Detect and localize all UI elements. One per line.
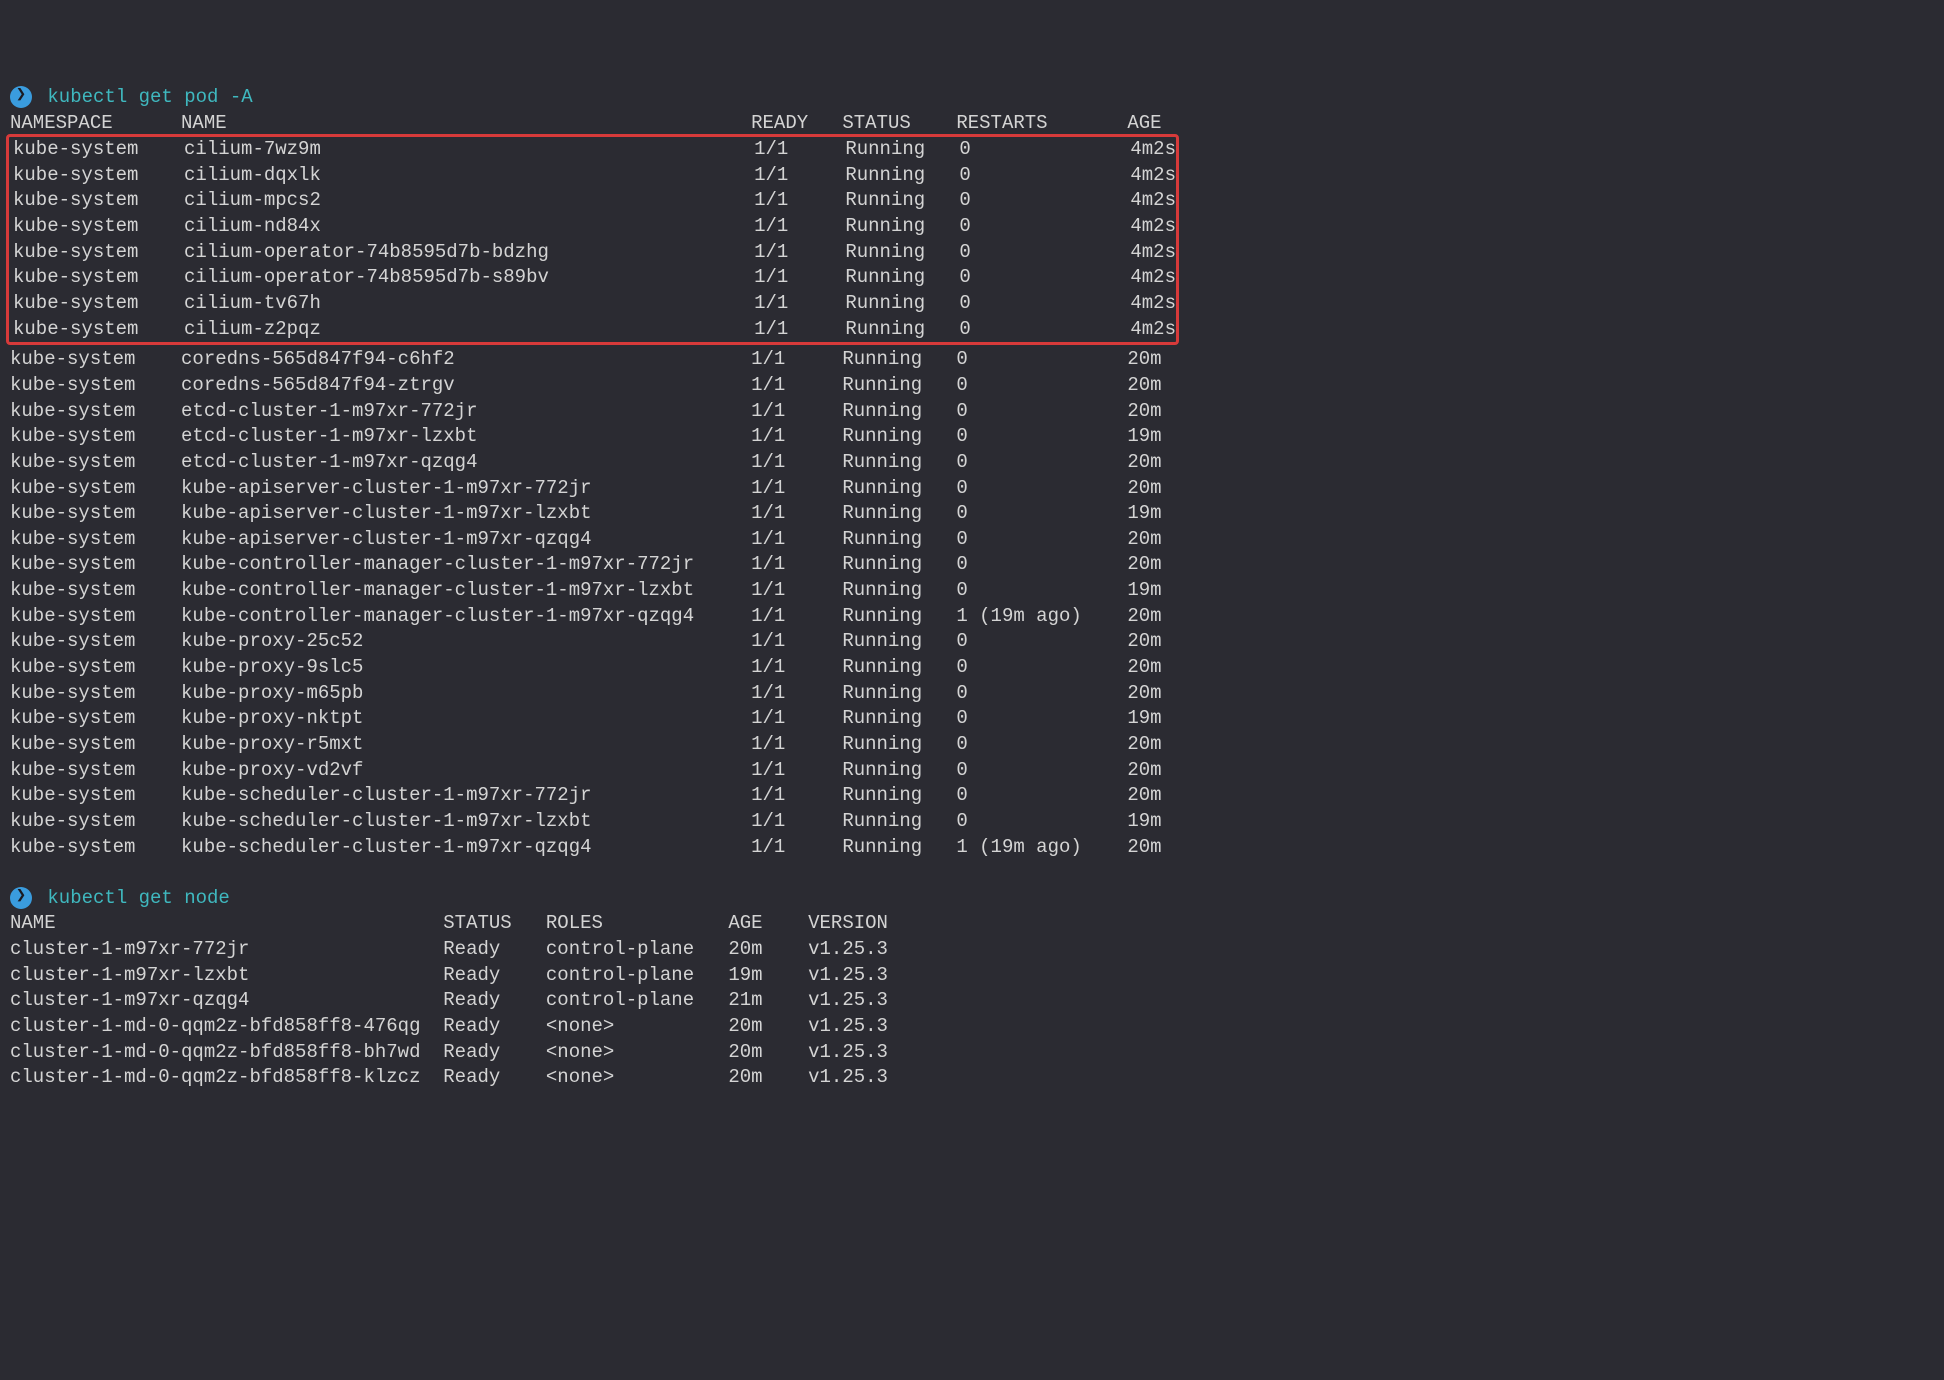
node-row: cluster-1-m97xr-qzqg4 Ready control-plan… (10, 988, 1934, 1014)
pods-header: NAMESPACE NAME READY STATUS RESTARTS AGE (10, 111, 1934, 137)
pod-row: kube-system cilium-operator-74b8595d7b-b… (13, 240, 1176, 266)
pod-row: kube-system etcd-cluster-1-m97xr-lzxbt 1… (10, 424, 1934, 450)
node-row: cluster-1-m97xr-772jr Ready control-plan… (10, 937, 1934, 963)
pod-row: kube-system kube-controller-manager-clus… (10, 578, 1934, 604)
blank-line (10, 860, 1934, 886)
pod-row: kube-system kube-proxy-r5mxt 1/1 Running… (10, 732, 1934, 758)
pod-row: kube-system etcd-cluster-1-m97xr-qzqg4 1… (10, 450, 1934, 476)
pod-row: kube-system cilium-z2pqz 1/1 Running 0 4… (13, 317, 1176, 343)
pod-row: kube-system etcd-cluster-1-m97xr-772jr 1… (10, 399, 1934, 425)
node-row: cluster-1-md-0-qqm2z-bfd858ff8-476qg Rea… (10, 1014, 1934, 1040)
pod-row: kube-system kube-proxy-25c52 1/1 Running… (10, 629, 1934, 655)
node-row: cluster-1-md-0-qqm2z-bfd858ff8-bh7wd Rea… (10, 1040, 1934, 1066)
node-row: cluster-1-m97xr-lzxbt Ready control-plan… (10, 963, 1934, 989)
pod-row: kube-system cilium-operator-74b8595d7b-s… (13, 265, 1176, 291)
pod-row: kube-system kube-controller-manager-clus… (10, 604, 1934, 630)
pod-row: kube-system kube-apiserver-cluster-1-m97… (10, 476, 1934, 502)
nodes-header: NAME STATUS ROLES AGE VERSION (10, 911, 1934, 937)
pod-row: kube-system kube-proxy-vd2vf 1/1 Running… (10, 758, 1934, 784)
command-1: kubectl get pod -A (47, 86, 252, 108)
pod-row: kube-system kube-scheduler-cluster-1-m97… (10, 783, 1934, 809)
pod-row: kube-system coredns-565d847f94-c6hf2 1/1… (10, 347, 1934, 373)
pod-row: kube-system kube-proxy-nktpt 1/1 Running… (10, 706, 1934, 732)
pod-row: kube-system kube-controller-manager-clus… (10, 552, 1934, 578)
highlighted-pods-box: kube-system cilium-7wz9m 1/1 Running 0 4… (6, 134, 1179, 345)
pod-row: kube-system cilium-dqxlk 1/1 Running 0 4… (13, 163, 1176, 189)
prompt-line-2: ❯ kubectl get node (10, 886, 1934, 912)
node-row: cluster-1-md-0-qqm2z-bfd858ff8-klzcz Rea… (10, 1065, 1934, 1091)
pod-row: kube-system coredns-565d847f94-ztrgv 1/1… (10, 373, 1934, 399)
pod-row: kube-system kube-apiserver-cluster-1-m97… (10, 501, 1934, 527)
pod-row: kube-system kube-scheduler-cluster-1-m97… (10, 835, 1934, 861)
command-2: kubectl get node (47, 887, 229, 909)
pod-row: kube-system kube-proxy-9slc5 1/1 Running… (10, 655, 1934, 681)
prompt-marker-icon: ❯ (10, 86, 32, 108)
pod-row: kube-system kube-proxy-m65pb 1/1 Running… (10, 681, 1934, 707)
terminal-output[interactable]: ❯ kubectl get pod -ANAMESPACE NAME READY… (10, 85, 1934, 1091)
pod-row: kube-system cilium-tv67h 1/1 Running 0 4… (13, 291, 1176, 317)
prompt-line-1: ❯ kubectl get pod -A (10, 85, 1934, 111)
prompt-marker-icon: ❯ (10, 887, 32, 909)
pod-row: kube-system kube-apiserver-cluster-1-m97… (10, 527, 1934, 553)
pod-row: kube-system cilium-mpcs2 1/1 Running 0 4… (13, 188, 1176, 214)
pod-row: kube-system cilium-nd84x 1/1 Running 0 4… (13, 214, 1176, 240)
pod-row: kube-system kube-scheduler-cluster-1-m97… (10, 809, 1934, 835)
pod-row: kube-system cilium-7wz9m 1/1 Running 0 4… (13, 137, 1176, 163)
